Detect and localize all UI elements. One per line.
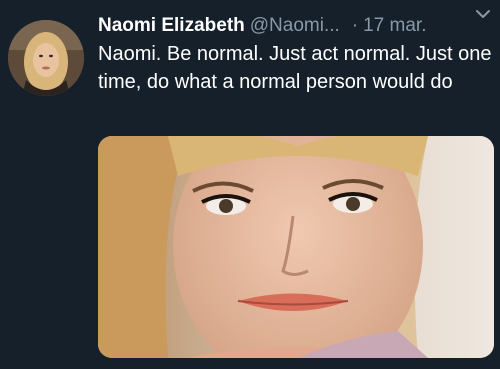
tweet-header: Naomi Elizabeth @Naomi... · 17 mar. [98, 14, 488, 38]
chevron-down-icon[interactable] [474, 8, 492, 20]
avatar-image [8, 20, 84, 96]
media-photo [98, 136, 494, 358]
display-name[interactable]: Naomi Elizabeth [98, 15, 245, 37]
separator-dot: · [351, 15, 359, 36]
tweet-media[interactable] [98, 136, 494, 358]
user-handle[interactable]: @Naomi... [250, 15, 340, 37]
tweet[interactable]: Naomi Elizabeth @Naomi... · 17 mar. Naom… [0, 0, 500, 369]
tweet-date[interactable]: 17 mar. [363, 15, 426, 37]
avatar[interactable] [8, 20, 84, 96]
tweet-text: Naomi. Be normal. Just act normal. Just … [98, 43, 492, 93]
